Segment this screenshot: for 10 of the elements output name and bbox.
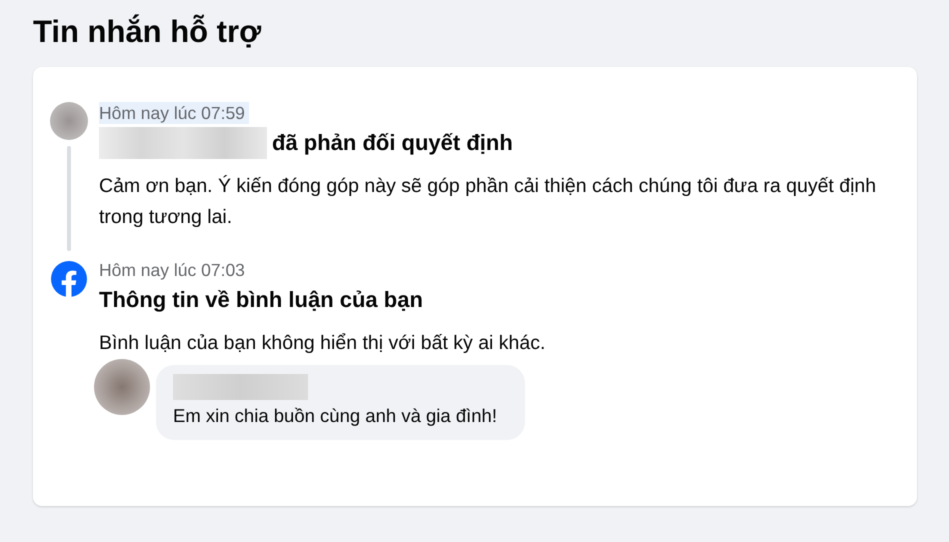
message-title: đã phản đối quyết định (272, 129, 513, 157)
timestamp: Hôm nay lúc 07:03 (99, 259, 246, 281)
facebook-icon (51, 261, 87, 297)
page-title: Tin nhắn hỗ trợ (33, 13, 262, 51)
blurred-avatar (50, 102, 88, 140)
message-text: Cảm ơn bạn. Ý kiến đóng góp này sẽ góp phần cải thiện cách chúng tôi đưa ra quyết định trong tương lai. (99, 174, 878, 230)
timestamp: Hôm nay lúc 07:59 (99, 102, 249, 124)
message-title: Thông tin về bình luận của bạn (99, 286, 423, 314)
comment-text: Em xin chia buồn cùng anh và gia đình! (173, 404, 497, 428)
message-text: Bình luận của bạn không hiển thị với bất kỳ ai khác. (99, 331, 546, 356)
